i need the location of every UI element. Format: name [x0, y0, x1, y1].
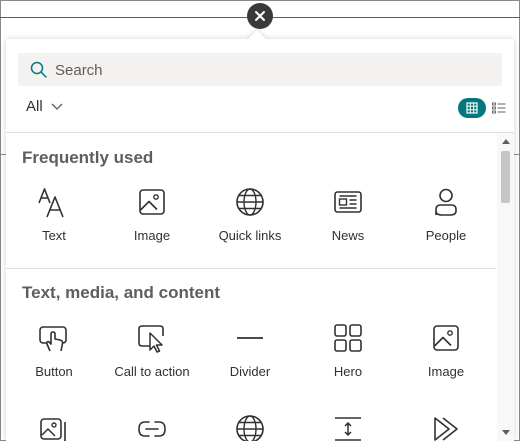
tile-image-gallery[interactable]: [6, 413, 102, 441]
divider-icon: [237, 337, 263, 339]
video-icon: [434, 417, 458, 441]
news-icon: [334, 191, 362, 213]
grid-view-icon: [466, 102, 478, 114]
tile-text[interactable]: Text: [6, 186, 102, 243]
scroll-down-arrow-icon[interactable]: [502, 430, 510, 435]
image-icon: [433, 325, 459, 351]
tile-divider[interactable]: Divider: [202, 322, 298, 379]
category-filter-dropdown[interactable]: All: [26, 98, 63, 115]
hero-icon: [334, 324, 362, 352]
tile-quick-links[interactable]: Quick links: [202, 186, 298, 243]
tile-image-2[interactable]: Image: [398, 322, 494, 379]
scroll-up-arrow-icon[interactable]: [502, 139, 510, 144]
tile-label: People: [425, 228, 467, 243]
tile-button[interactable]: Button: [6, 322, 102, 379]
tile-label: Hero: [333, 364, 363, 379]
tile-label: Image: [133, 228, 171, 243]
chevron-down-icon: [51, 103, 63, 110]
section-divider: [6, 268, 496, 269]
close-icon: [255, 11, 265, 21]
tile-label: News: [331, 228, 365, 243]
tile-label: Divider: [229, 364, 271, 379]
call-to-action-icon: [138, 325, 164, 353]
text-icon: [38, 188, 64, 218]
tile-label: Call to action: [114, 364, 190, 379]
image-icon: [139, 189, 165, 215]
button-tap-icon: [39, 326, 67, 352]
image-gallery-icon: [40, 418, 66, 441]
tile-video[interactable]: [398, 413, 494, 441]
section-title-frequently-used: Frequently used: [22, 148, 154, 167]
tile-label: Text: [42, 228, 66, 243]
tile-image[interactable]: Image: [104, 186, 200, 243]
link-icon: [138, 421, 166, 437]
web-part-list: Frequently used Text Image Quick links N…: [6, 133, 496, 441]
scroll-thumb[interactable]: [501, 151, 510, 203]
right-boundary-tick: [514, 154, 520, 155]
tile-news[interactable]: News: [300, 186, 396, 243]
search-input[interactable]: Search: [55, 62, 103, 79]
search-icon: [30, 61, 47, 78]
person-icon: [435, 188, 457, 216]
tile-label: Image: [427, 364, 465, 379]
tile-spacer[interactable]: [300, 413, 396, 441]
tile-people[interactable]: People: [398, 186, 494, 243]
list-view-icon[interactable]: [492, 102, 506, 114]
spacer-icon: [335, 417, 361, 441]
tile-link[interactable]: [104, 413, 200, 441]
grid-view-button[interactable]: [458, 98, 486, 118]
view-toggle: [458, 98, 506, 118]
tile-hero[interactable]: Hero: [300, 322, 396, 379]
tile-globe[interactable]: [202, 413, 298, 441]
close-button[interactable]: [247, 3, 273, 29]
globe-icon: [236, 415, 264, 441]
category-filter-value: All: [26, 98, 43, 115]
tile-label: Quick links: [218, 228, 282, 243]
tile-label: Button: [35, 364, 73, 379]
tile-call-to-action[interactable]: Call to action: [104, 322, 200, 379]
scrollbar[interactable]: [497, 133, 514, 441]
globe-icon: [236, 188, 264, 216]
section-title-text-media-content: Text, media, and content: [22, 283, 221, 302]
